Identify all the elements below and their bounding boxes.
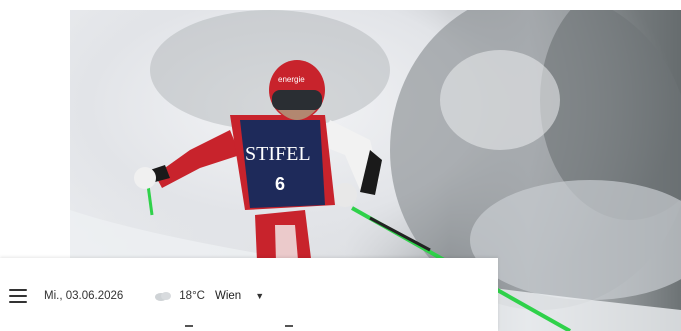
- hamburger-menu-icon[interactable]: [9, 289, 27, 303]
- city-selector[interactable]: Wien: [215, 290, 241, 302]
- top-info-bar: Mi., 03.06.2026 18°C Wien ▼: [0, 258, 498, 331]
- clipped-nav-text: [185, 325, 305, 331]
- cloud-icon: [155, 292, 172, 301]
- current-date: Mi., 03.06.2026: [44, 290, 124, 302]
- left-blank-panel: [0, 0, 70, 258]
- caret-down-icon[interactable]: ▼: [255, 291, 264, 301]
- helmet-brand-text: energie: [278, 75, 305, 84]
- bib-number-text: 6: [275, 174, 285, 194]
- temperature-value: 18°C: [179, 290, 205, 302]
- bib-sponsor-text: STIFEL: [245, 143, 311, 165]
